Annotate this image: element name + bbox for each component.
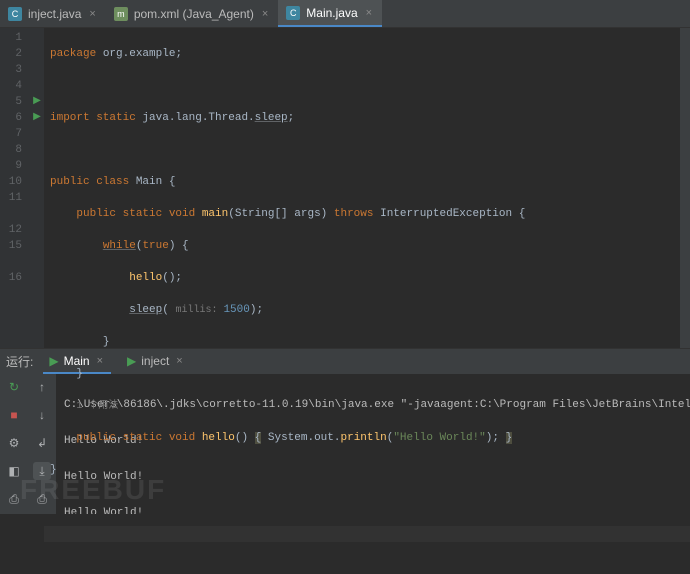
run-gutter-icon[interactable]: ▶ <box>30 94 44 110</box>
tab-label: Main.java <box>306 6 357 20</box>
editor-tabs: C inject.java × m pom.xml (Java_Agent) ×… <box>0 0 690 28</box>
watermark: FREEBUF <box>20 474 166 506</box>
tab-main-java[interactable]: C Main.java × <box>278 0 382 27</box>
tab-label: inject.java <box>28 7 81 21</box>
rerun-button[interactable]: ↻ <box>5 378 23 396</box>
close-icon[interactable]: × <box>364 7 374 19</box>
close-icon[interactable]: × <box>260 8 270 20</box>
settings-icon[interactable]: ⚙ <box>5 434 23 452</box>
editor-scrollbar[interactable] <box>680 28 690 348</box>
gutter-icons: ▶ ▶ <box>30 28 44 348</box>
run-gutter-icon[interactable]: ▶ <box>30 110 44 126</box>
editor-area: 1234 5678 91011 121516 ▶ ▶ package org.e… <box>0 28 690 348</box>
tab-label: pom.xml (Java_Agent) <box>134 7 254 21</box>
code-editor[interactable]: package org.example; import static java.… <box>44 28 690 348</box>
line-gutter: 1234 5678 91011 121516 <box>0 28 30 348</box>
tab-inject-java[interactable]: C inject.java × <box>0 0 106 27</box>
maven-icon: m <box>114 7 128 21</box>
tab-pom-xml[interactable]: m pom.xml (Java_Agent) × <box>106 0 278 27</box>
java-class-icon: C <box>286 6 300 20</box>
down-arrow-icon[interactable]: ↓ <box>33 406 51 424</box>
run-label: 运行: <box>6 353 33 370</box>
up-arrow-icon[interactable]: ↑ <box>33 378 51 396</box>
stop-button[interactable]: ■ <box>5 406 23 424</box>
close-icon[interactable]: × <box>87 8 97 20</box>
soft-wrap-icon[interactable]: ↲ <box>33 434 51 452</box>
java-class-icon: C <box>8 7 22 21</box>
